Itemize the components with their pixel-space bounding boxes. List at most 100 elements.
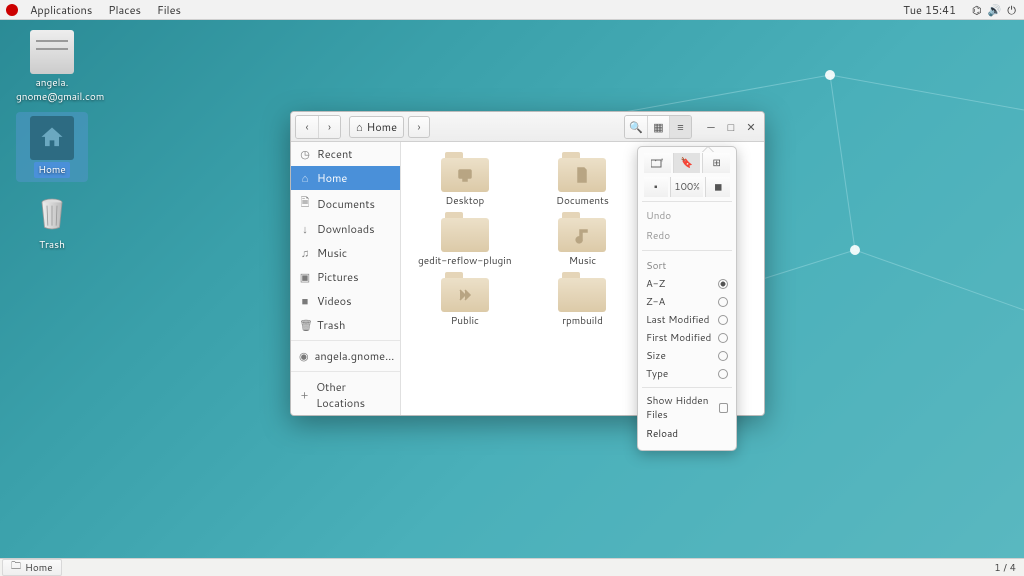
sidebar-icon: 🗑 (299, 317, 311, 333)
view-grid-button[interactable]: ▦ (647, 116, 669, 138)
sort-option-label: A-Z (646, 277, 665, 291)
close-button[interactable]: ✕ (742, 118, 760, 136)
radio-icon (718, 333, 728, 343)
sidebar-item-home[interactable]: ⌂Home (291, 166, 400, 190)
zoom-in-button[interactable]: ◼ (705, 177, 730, 197)
desktop-icon-label: angela. gnome@gmail.com (16, 76, 88, 104)
network-icon[interactable]: ⌬ (972, 2, 982, 18)
sidebar-icon: ◷ (299, 146, 311, 162)
sort-option-label: Type (646, 367, 668, 381)
trash-icon (30, 192, 74, 236)
sidebar-item-label: Music (317, 245, 347, 261)
new-tab-button[interactable]: ⊞ (702, 153, 730, 173)
file-item[interactable]: Desktop (407, 152, 523, 208)
sidebar-icon: ▣ (299, 269, 311, 285)
distro-logo-icon[interactable] (6, 4, 18, 16)
file-label: Music (525, 254, 641, 268)
power-icon[interactable]: ⏻ (1007, 2, 1016, 18)
toolbar-right: 🔍 ▦ ≡ (624, 115, 692, 139)
sidebar-item-label: Videos (317, 293, 352, 309)
checkbox-icon (719, 403, 728, 413)
path-next-button[interactable]: › (408, 116, 430, 138)
sidebar-item-other-locations[interactable]: +Other Locations (291, 375, 400, 415)
sidebar-icon: ♫ (299, 245, 311, 261)
radio-icon (718, 297, 728, 307)
hamburger-menu-button[interactable]: ≡ (669, 116, 691, 138)
sidebar-item-account[interactable]: ◉angela.gnome…⏏ (291, 344, 400, 368)
file-item[interactable]: Public (407, 272, 523, 328)
file-label: rpmbuild (525, 314, 641, 328)
desktop-icon-label: Trash (16, 238, 88, 252)
server-icon (30, 30, 74, 74)
file-item[interactable]: Documents (525, 152, 641, 208)
show-hidden-toggle[interactable]: Show Hidden Files (644, 392, 730, 424)
zoom-level[interactable]: 100% (670, 177, 704, 197)
file-label: Public (407, 314, 523, 328)
clock[interactable]: Tue 15:41 (895, 2, 964, 18)
sort-option[interactable]: A-Z (644, 275, 730, 293)
folder-icon (441, 272, 489, 312)
sort-option[interactable]: First Modified (644, 329, 730, 347)
menu-files[interactable]: Files (149, 2, 189, 18)
sort-option[interactable]: Size (644, 347, 730, 365)
folder-icon (441, 212, 489, 252)
file-item[interactable]: gedit-reflow-plugin (407, 212, 523, 268)
radio-icon (718, 315, 728, 325)
workspace-indicator[interactable]: 1 / 4 (986, 561, 1024, 575)
radio-icon (718, 279, 728, 289)
forward-button[interactable]: › (318, 116, 340, 138)
top-menu-bar: Applications Places Files Tue 15:41 ⌬ 🔊 … (0, 0, 1024, 20)
crumb-label: Home (367, 119, 397, 135)
folder-icon (558, 212, 606, 252)
system-tray: ⌬ 🔊 ⏻ (964, 2, 1024, 18)
bookmark-button[interactable]: 🔖 (673, 153, 701, 173)
sort-option-label: First Modified (646, 331, 711, 345)
reload-item[interactable]: Reload (644, 424, 730, 444)
sidebar-item-videos[interactable]: ■Videos (291, 289, 400, 313)
home-icon: ⌂ (356, 119, 363, 135)
new-folder-button[interactable]: + (644, 153, 671, 173)
maximize-button[interactable]: □ (722, 118, 740, 136)
sort-option-label: Z-A (646, 295, 665, 309)
undo-item: Undo (644, 206, 730, 226)
menu-places[interactable]: Places (100, 2, 149, 18)
folder-icon: 🗀 (11, 559, 21, 576)
sidebar-item-documents[interactable]: 🗎Documents (291, 190, 400, 217)
sidebar-icon: 🗎 (299, 194, 311, 213)
desktop-icon-trash[interactable]: Trash (16, 192, 88, 252)
zoom-out-button[interactable]: ▪ (644, 177, 668, 197)
minimize-button[interactable]: — (702, 118, 720, 136)
sort-option[interactable]: Type (644, 365, 730, 383)
titlebar[interactable]: ‹ › ⌂ Home › 🔍 ▦ ≡ — □ ✕ (291, 112, 764, 142)
home-folder-icon (30, 116, 74, 160)
back-button[interactable]: ‹ (296, 116, 318, 138)
file-label: Documents (525, 194, 641, 208)
sort-option[interactable]: Z-A (644, 293, 730, 311)
file-item[interactable]: rpmbuild (525, 272, 641, 328)
sidebar-item-music[interactable]: ♫ Music (291, 241, 400, 265)
sidebar-item-label: Pictures (317, 269, 359, 285)
desktop-icon-account[interactable]: angela. gnome@gmail.com (16, 30, 88, 104)
folder-icon (558, 152, 606, 192)
sort-option[interactable]: Last Modified (644, 311, 730, 329)
search-button[interactable]: 🔍 (625, 116, 647, 138)
path-home-crumb[interactable]: ⌂ Home (349, 116, 404, 138)
sidebar-item-trash[interactable]: 🗑 Trash (291, 313, 400, 337)
desktop-icon-home[interactable]: Home (16, 112, 88, 182)
sort-heading: Sort (644, 255, 730, 275)
sort-option-label: Last Modified (646, 313, 709, 327)
places-sidebar: ◷Recent⌂Home🗎Documents↓Downloads ♫ Music ▣ P… (291, 142, 401, 415)
sidebar-item-label: Trash (317, 317, 345, 333)
volume-icon[interactable]: 🔊 (988, 2, 1002, 18)
redo-item: Redo (644, 226, 730, 246)
sidebar-item-pictures[interactable]: ▣ Pictures (291, 265, 400, 289)
account-icon: ◉ (299, 348, 309, 364)
sidebar-item-label: Downloads (317, 221, 375, 237)
menu-applications[interactable]: Applications (22, 2, 100, 18)
sidebar-item-downloads[interactable]: ↓Downloads (291, 217, 400, 241)
sidebar-item-recent[interactable]: ◷Recent (291, 142, 400, 166)
desktop-icon-label: Home (34, 162, 70, 178)
taskbar-entry-home[interactable]: 🗀 Home (2, 559, 62, 576)
file-item[interactable]: Music (525, 212, 641, 268)
sidebar-item-label: angela.gnome… (315, 348, 395, 364)
